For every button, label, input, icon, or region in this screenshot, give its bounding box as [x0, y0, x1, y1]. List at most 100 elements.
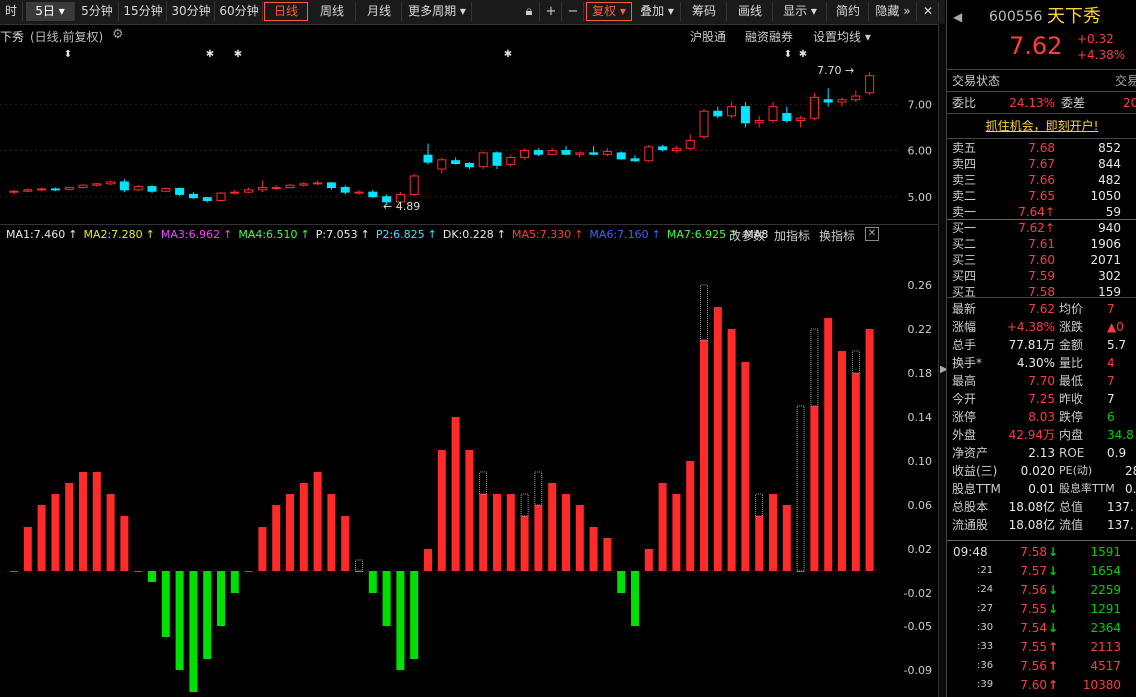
- candle[interactable]: [492, 151, 502, 170]
- indicator-bar[interactable]: [465, 450, 474, 571]
- candle[interactable]: [106, 180, 116, 186]
- candle[interactable]: [782, 106, 792, 123]
- candle[interactable]: [119, 179, 129, 193]
- more-periods-dropdown[interactable]: 更多周期 ▾: [403, 2, 472, 21]
- simple-button[interactable]: 简约: [828, 2, 869, 21]
- indicator-bar[interactable]: [106, 494, 115, 571]
- candle[interactable]: [202, 196, 212, 203]
- candle[interactable]: [809, 92, 819, 121]
- plus-icon[interactable]: +: [541, 2, 562, 21]
- event-marker-icon[interactable]: ✱: [799, 49, 807, 60]
- candle[interactable]: [409, 173, 419, 196]
- candle[interactable]: [64, 186, 74, 191]
- indicator-bar[interactable]: [327, 494, 336, 571]
- indicator-bar[interactable]: [755, 516, 764, 571]
- indicator-bar[interactable]: [741, 362, 750, 571]
- candle[interactable]: [216, 192, 226, 202]
- indicator-bar[interactable]: [258, 527, 267, 571]
- indicator-bar[interactable]: [810, 406, 819, 571]
- tick-row[interactable]: :21 7.57 ↓ 1654: [947, 562, 1136, 580]
- chips-button[interactable]: 筹码: [682, 2, 727, 21]
- indicator-bar[interactable]: [782, 505, 791, 571]
- tick-row[interactable]: :30 7.54 ↓ 2364: [947, 619, 1136, 637]
- candle[interactable]: [354, 189, 364, 195]
- candle[interactable]: [368, 189, 378, 198]
- change-params-button[interactable]: 改参数: [729, 227, 765, 244]
- indicator-bar[interactable]: [686, 461, 695, 571]
- indicator-bar[interactable]: [506, 494, 515, 571]
- candle[interactable]: [671, 145, 681, 153]
- candle[interactable]: [727, 102, 737, 119]
- indicator-bar[interactable]: [148, 571, 156, 582]
- candle[interactable]: [464, 162, 474, 170]
- close-indicator-icon[interactable]: ✕: [865, 227, 879, 241]
- bid-row[interactable]: 买二 7.61 1906: [947, 236, 1136, 252]
- event-marker-icon[interactable]: ⬍: [64, 49, 72, 60]
- indicator-bar[interactable]: [631, 571, 639, 626]
- period-tab-5day[interactable]: 5日 ▾: [26, 2, 75, 21]
- indicator-bar[interactable]: [299, 483, 308, 571]
- indicator-bar[interactable]: [10, 571, 18, 572]
- candle[interactable]: [837, 97, 847, 107]
- close-icon[interactable]: ✕: [918, 2, 939, 21]
- indicator-bar[interactable]: [838, 351, 846, 571]
- indicator-bar[interactable]: [230, 571, 239, 593]
- indicator-bar[interactable]: [437, 450, 446, 571]
- indicator-bar[interactable]: [396, 571, 405, 670]
- ask-row[interactable]: 卖二 7.65 1050: [947, 188, 1136, 204]
- period-tab-30min[interactable]: 30分钟: [168, 2, 215, 21]
- indicator-bar[interactable]: [824, 318, 833, 571]
- lock-icon[interactable]: 🔒︎: [519, 2, 540, 21]
- candle[interactable]: [23, 188, 33, 193]
- indicator-bar[interactable]: [272, 505, 281, 571]
- indicator-bar[interactable]: [341, 516, 350, 571]
- indicator-bar[interactable]: [520, 516, 529, 571]
- tick-row[interactable]: :24 7.56 ↓ 2259: [947, 581, 1136, 599]
- candle[interactable]: [685, 134, 695, 151]
- back-chevron-icon[interactable]: ◀: [953, 6, 962, 28]
- tick-row[interactable]: :33 7.55 ↑ 2113: [947, 638, 1136, 656]
- candle[interactable]: [865, 72, 875, 96]
- period-tab-weekly[interactable]: 周线: [309, 2, 356, 21]
- candle[interactable]: [796, 115, 806, 128]
- period-tab-daily[interactable]: 日线: [264, 2, 308, 21]
- indicator-bar[interactable]: [23, 527, 32, 571]
- switch-indicator-button[interactable]: 换指标: [819, 227, 855, 244]
- indicator-bar[interactable]: [134, 571, 143, 572]
- indicator-bar[interactable]: [175, 571, 184, 670]
- candle[interactable]: [188, 192, 198, 200]
- indicator-bar[interactable]: [865, 329, 874, 571]
- draw-line-button[interactable]: 画线: [728, 2, 773, 21]
- indicator-bar[interactable]: [203, 571, 212, 659]
- candle[interactable]: [602, 148, 612, 157]
- candle[interactable]: [257, 180, 267, 193]
- candle[interactable]: [285, 183, 295, 189]
- indicator-bar[interactable]: [217, 571, 225, 626]
- candle[interactable]: [271, 185, 281, 190]
- indicator-bar[interactable]: [851, 373, 860, 571]
- candle[interactable]: [161, 187, 171, 193]
- add-indicator-button[interactable]: 加指标: [774, 227, 810, 244]
- indicator-bar[interactable]: [37, 505, 46, 571]
- indicator-bar[interactable]: [161, 571, 170, 637]
- indicator-bar[interactable]: [286, 494, 294, 571]
- candle[interactable]: [299, 181, 309, 187]
- event-marker-icon[interactable]: ✱: [206, 49, 214, 60]
- indicator-bar[interactable]: [617, 571, 626, 593]
- candle[interactable]: [92, 182, 102, 187]
- event-marker-icon[interactable]: ⬍: [784, 49, 792, 60]
- indicator-bar[interactable]: [672, 494, 681, 571]
- indicator-bar[interactable]: [479, 494, 488, 571]
- indicator-bar[interactable]: [313, 472, 322, 571]
- indicator-bar[interactable]: [534, 505, 543, 571]
- minus-icon[interactable]: −: [563, 2, 584, 21]
- bid-row[interactable]: 买三 7.60 2071: [947, 252, 1136, 268]
- indicator-bar[interactable]: [65, 483, 74, 571]
- indicator-bar[interactable]: [603, 538, 612, 571]
- candle[interactable]: [326, 181, 336, 190]
- candle[interactable]: [699, 108, 709, 139]
- candle[interactable]: [340, 185, 350, 195]
- indicator-bar[interactable]: [713, 307, 722, 571]
- candle[interactable]: [644, 145, 654, 163]
- indicator-bar[interactable]: [548, 483, 557, 571]
